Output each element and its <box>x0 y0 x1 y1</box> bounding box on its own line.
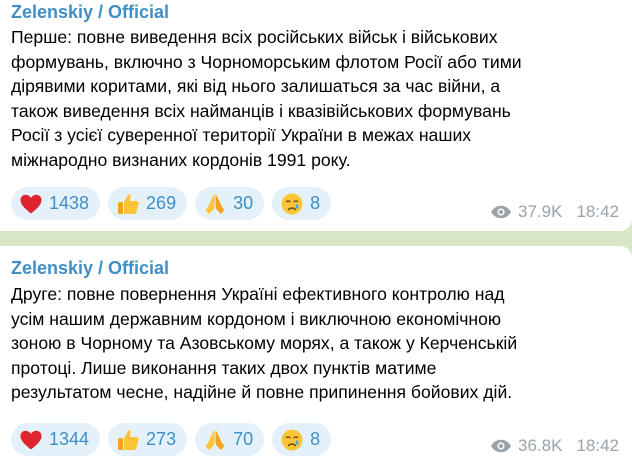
thumbs-up-icon <box>118 193 139 214</box>
reactions-bar: 1438 269 30 8 <box>11 187 339 220</box>
heart-icon <box>20 430 42 449</box>
reaction-count: 70 <box>233 429 254 449</box>
message-text: Друге: повне повернення Україні ефективн… <box>11 282 623 405</box>
praying-hands-icon <box>205 430 225 450</box>
reaction-count: 1344 <box>49 429 90 449</box>
message-text-line: міжнародно визнаних кордонів 1991 року. <box>11 149 351 170</box>
message-bubble: Zelenskiy / Official Перше: повне виведе… <box>0 0 632 231</box>
reactions-bar: 1344 273 70 8 <box>11 423 339 456</box>
reaction-crying-face-button[interactable]: 8 <box>272 423 332 456</box>
reaction-thumbs-up-button[interactable]: 269 <box>108 187 188 220</box>
crying-face-icon <box>281 429 303 450</box>
author-name[interactable]: Zelenskiy / Official <box>11 2 169 23</box>
reaction-praying-hands-button[interactable]: 70 <box>195 423 265 456</box>
reaction-heart-button[interactable]: 1438 <box>11 187 101 220</box>
message-time: 18:42 <box>576 436 619 455</box>
message-text-line: усім нашим державним кордоном і виключно… <box>11 308 502 329</box>
message-text-line: Перше: повне виведення всіх російських в… <box>11 27 498 47</box>
view-count: 36.8K <box>518 436 563 455</box>
heart-icon <box>20 194 42 213</box>
message-time: 18:42 <box>576 202 619 221</box>
message-text-line: дірявими коритами, які від нього залишат… <box>11 76 501 97</box>
reaction-count: 273 <box>146 429 177 449</box>
message-text-line: формувань, включно з Чорноморським флото… <box>11 51 522 72</box>
reaction-heart-button[interactable]: 1344 <box>11 423 101 456</box>
message-text-line: протоці. Лише виконання таких двох пункт… <box>11 357 437 378</box>
message-text-line: також виведення всіх найманців і квазіві… <box>11 100 511 121</box>
message-feed: Zelenskiy / Official Перше: повне виведе… <box>0 0 632 463</box>
reaction-count: 1438 <box>49 193 90 213</box>
thumbs-up-icon <box>118 429 139 450</box>
crying-face-icon <box>281 193 303 214</box>
eye-icon <box>491 205 512 219</box>
view-count: 37.9K <box>518 202 563 221</box>
author-name[interactable]: Zelenskiy / Official <box>11 258 169 279</box>
message-text-line: зоною в Чорному та Азовському морях, а т… <box>11 333 518 354</box>
message-text-line: Росії з усієї суверенної території Украї… <box>11 125 472 146</box>
reaction-count: 8 <box>310 193 321 213</box>
eye-icon <box>491 439 512 453</box>
reaction-count: 8 <box>310 429 321 449</box>
reaction-count: 269 <box>146 193 177 213</box>
message-meta: 36.8K 18:42 <box>490 436 619 456</box>
message-text-line: результатом чесне, надійне й повне припи… <box>11 382 513 403</box>
reaction-praying-hands-button[interactable]: 30 <box>195 187 265 220</box>
message-text-line: Друге: повне повернення Україні ефективн… <box>11 284 505 304</box>
reaction-crying-face-button[interactable]: 8 <box>272 187 332 220</box>
reaction-thumbs-up-button[interactable]: 273 <box>108 423 188 456</box>
message-meta: 37.9K 18:42 <box>490 202 619 222</box>
reaction-count: 30 <box>233 193 254 213</box>
praying-hands-icon <box>205 194 225 214</box>
message-text: Перше: повне виведення всіх російських в… <box>11 25 623 173</box>
message-bubble: Zelenskiy / Official Друге: повне поверн… <box>0 246 632 463</box>
